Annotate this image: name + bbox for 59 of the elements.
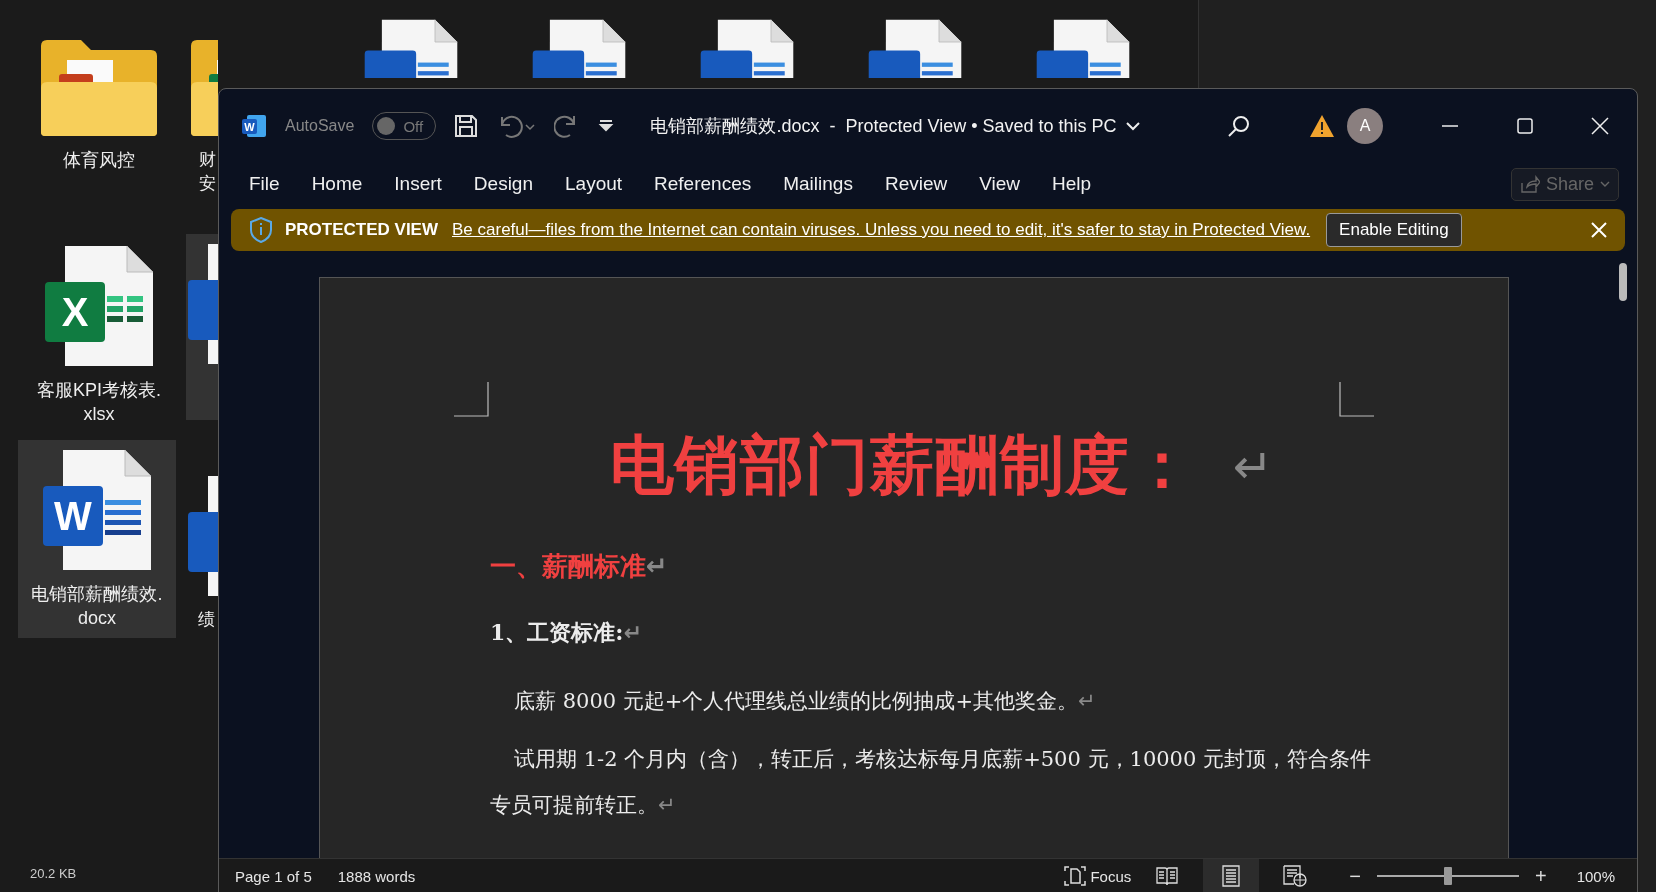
file-size-text: 20.2 KB	[30, 866, 77, 881]
zoom-level[interactable]: 100%	[1576, 867, 1615, 885]
ribbon-tab[interactable]: File	[237, 167, 292, 201]
desktop-icon[interactable]: W 电销部薪酬绩效. docx	[18, 440, 176, 638]
page-count[interactable]: Page 1 of 5	[235, 867, 312, 885]
autosave-label: AutoSave	[285, 117, 355, 135]
chevron-down-icon	[1124, 121, 1141, 131]
icon-label: 体育风控	[63, 149, 135, 172]
ribbon-tab[interactable]: Layout	[553, 167, 635, 201]
body-paragraph: 底薪 8000 元起+个人代理线总业绩的比例抽成+其他奖金。↵	[513, 688, 1097, 715]
ribbon-tab[interactable]: Mailings	[771, 167, 865, 201]
focus-button[interactable]: Focus	[1064, 866, 1132, 886]
save-icon[interactable]	[454, 114, 479, 138]
ribbon-tab[interactable]: Insert	[382, 167, 454, 201]
customize-caret-icon[interactable]	[598, 119, 615, 133]
shield-icon	[249, 217, 273, 243]
zoom-out-button[interactable]: −	[1349, 864, 1361, 888]
enable-editing-button[interactable]: Enable Editing	[1326, 213, 1462, 247]
ribbon-tab[interactable]: Design	[461, 167, 545, 201]
protected-view-title: PROTECTED VIEW	[285, 220, 438, 240]
icon-label: 绩	[198, 609, 215, 631]
ribbon-tab[interactable]: View	[967, 167, 1033, 201]
share-icon	[1519, 175, 1540, 193]
word-count[interactable]: 1888 words	[337, 867, 416, 885]
body-paragraph: 试用期 1-2 个月内（含），转正后，考核达标每月底薪+500 元，10000 元封顶，符合条件专员可提前转正。↵	[490, 746, 1372, 819]
close-icon[interactable]	[1591, 117, 1609, 135]
desktop-icon[interactable]: X 客服KPI考核表. xlsx	[20, 236, 178, 434]
web-page-icon	[1283, 865, 1308, 887]
view-mode-button[interactable]	[1203, 859, 1260, 892]
zoom-slider-thumb[interactable]	[1443, 867, 1452, 885]
margin-corner-mark	[454, 382, 490, 418]
icon-label: 财	[199, 149, 216, 171]
search-icon[interactable]	[1227, 114, 1251, 138]
page-icon	[1222, 865, 1241, 887]
scrollbar-thumb[interactable]	[1619, 263, 1627, 301]
user-avatar[interactable]: A	[1347, 108, 1383, 144]
ribbon-tab[interactable]: Help	[1040, 167, 1104, 201]
section-heading: 一、薪酬标准↵	[490, 550, 669, 583]
icon-label: docx	[78, 607, 116, 630]
icon-label: 客服KPI考核表.	[37, 379, 161, 402]
desktop-icon[interactable]: 体育风控	[20, 30, 178, 180]
document-title[interactable]: 电销部薪酬绩效.docx - Protected View • Saved to this PC	[650, 114, 1141, 138]
warning-icon[interactable]	[1309, 114, 1335, 138]
ribbon-tab[interactable]: References	[642, 167, 764, 201]
icon-label: 电销部薪酬绩效.	[31, 583, 163, 606]
margin-corner-mark	[1338, 382, 1374, 418]
focus-icon	[1064, 866, 1087, 886]
chevron-down-icon	[1600, 180, 1610, 188]
icon-label: 安	[199, 173, 216, 195]
desktop-icon[interactable]	[186, 234, 218, 420]
icon-label: xlsx	[83, 403, 115, 426]
protected-view-link[interactable]: Be careful—files from the Internet can contain viruses. Unless you need to edit, it's safer to stay in Protected View.	[452, 220, 1311, 240]
book-icon	[1156, 866, 1179, 886]
ribbon-tab[interactable]: Review	[872, 167, 960, 201]
subsection-heading: 1、工资标准:↵	[490, 618, 643, 647]
zoom-in-button[interactable]: +	[1534, 864, 1547, 888]
maximize-icon[interactable]	[1517, 118, 1533, 134]
document-title-text: 电销部门薪酬制度： ↵	[610, 427, 1276, 504]
ribbon-tab[interactable]: Home	[299, 167, 375, 201]
